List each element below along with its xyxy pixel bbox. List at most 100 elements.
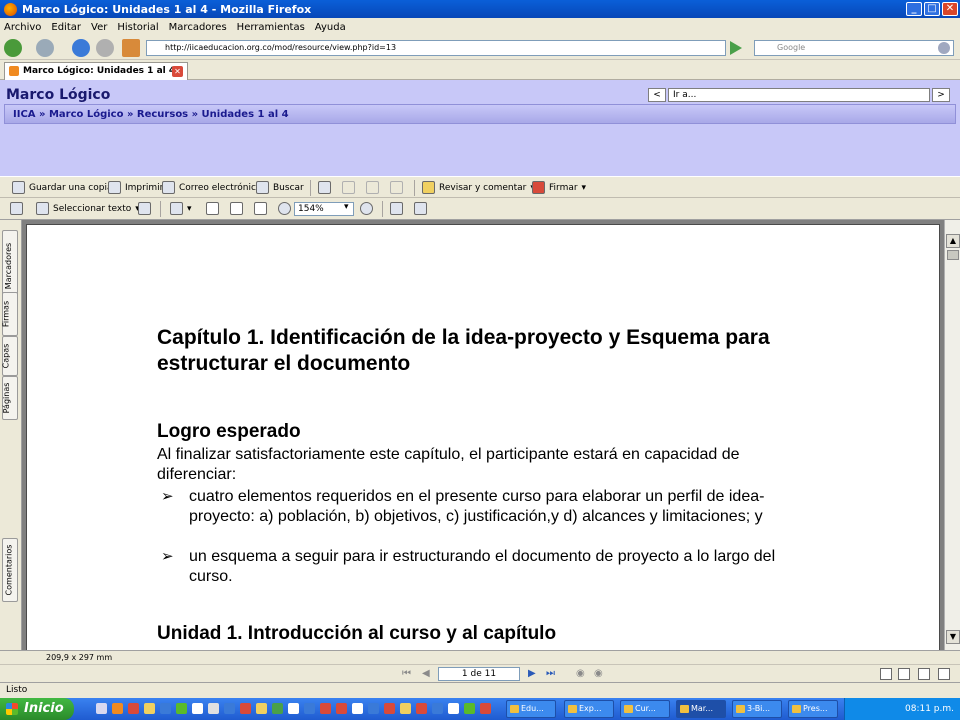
quicklaunch-icon[interactable] [384, 703, 395, 714]
previous-view-icon[interactable]: ◉ [576, 668, 585, 679]
stop-icon[interactable] [96, 39, 114, 57]
quicklaunch-icon[interactable] [400, 703, 411, 714]
menu-ayuda[interactable]: Ayuda [315, 22, 346, 33]
quicklaunch-icon[interactable] [160, 703, 171, 714]
quicklaunch-icon[interactable] [416, 703, 427, 714]
redo-icon[interactable] [366, 181, 379, 194]
next-resource-button[interactable]: > [932, 88, 950, 102]
menu-editar[interactable]: Editar [51, 22, 81, 33]
prev-resource-button[interactable]: < [648, 88, 666, 102]
tab-paginas[interactable]: Páginas [2, 376, 18, 420]
quicklaunch-icon[interactable] [240, 703, 251, 714]
review-tools-icon[interactable] [318, 181, 331, 194]
minimize-button[interactable]: _ [906, 2, 922, 16]
undo-icon[interactable] [342, 181, 355, 194]
zoom-in-icon[interactable] [360, 202, 373, 215]
search-input[interactable]: Google [754, 40, 954, 56]
tab-marco-logico[interactable]: Marco Lógico: Unidades 1 al 4 ✕ [4, 62, 188, 80]
quicklaunch-icon[interactable] [480, 703, 491, 714]
maximize-button[interactable]: □ [924, 2, 940, 16]
menu-ver[interactable]: Ver [91, 22, 107, 33]
chevron-down-icon[interactable]: ▾ [344, 202, 349, 212]
quicklaunch-icon[interactable] [432, 703, 443, 714]
continuous-facing-icon[interactable] [938, 668, 950, 680]
quicklaunch-icon[interactable] [208, 703, 219, 714]
tab-firmas[interactable]: Firmas [2, 292, 18, 336]
quicklaunch-icon[interactable] [256, 703, 267, 714]
review-comment-button[interactable]: Revisar y comentar ▾ [422, 181, 535, 194]
quicklaunch-icon[interactable] [272, 703, 283, 714]
hand-tool-icon[interactable] [10, 202, 23, 215]
reload-icon[interactable] [72, 39, 90, 57]
single-page-icon[interactable] [880, 668, 892, 680]
fit-page-icon[interactable] [230, 202, 243, 215]
quicklaunch-icon[interactable] [464, 703, 475, 714]
go-icon[interactable] [730, 41, 742, 55]
site-title[interactable]: Marco Lógico [6, 87, 110, 103]
breadcrumb-links[interactable]: IICA » Marco Lógico » Recursos » Unidade… [13, 109, 289, 120]
jump-to-select[interactable]: Ir a... [668, 88, 930, 102]
quicklaunch-icon[interactable] [352, 703, 363, 714]
taskbar-window-cur[interactable]: Cur... [620, 700, 670, 718]
select-text-button[interactable]: Seleccionar texto ▾ [36, 202, 140, 215]
quicklaunch-icon[interactable] [288, 703, 299, 714]
taskbar-window-mar[interactable]: Mar... [676, 700, 726, 718]
tab-comentarios[interactable]: Comentarios [2, 538, 18, 602]
last-page-icon[interactable]: ⏭ [546, 668, 555, 679]
document-viewport[interactable]: Capítulo 1. Identificación de la idea-pr… [22, 220, 944, 660]
quicklaunch-icon[interactable] [224, 703, 235, 714]
home-icon[interactable] [122, 39, 140, 57]
close-window-button[interactable]: ✕ [942, 2, 958, 16]
quicklaunch-icon[interactable] [304, 703, 315, 714]
page-layout-icon[interactable] [414, 202, 427, 215]
quicklaunch-icon[interactable] [448, 703, 459, 714]
fit-width-icon[interactable] [254, 202, 267, 215]
taskbar-window-3bi[interactable]: 3-Bi... [732, 700, 782, 718]
quicklaunch-icon[interactable] [320, 703, 331, 714]
page-number-field[interactable]: 1 de 11 [438, 667, 520, 681]
taskbar-window-edu[interactable]: Edu... [506, 700, 556, 718]
quicklaunch-icon[interactable] [144, 703, 155, 714]
quicklaunch-icon[interactable] [128, 703, 139, 714]
quicklaunch-icon[interactable] [96, 703, 107, 714]
snapshot-icon[interactable] [138, 202, 151, 215]
scroll-up-icon[interactable]: ▲ [946, 234, 960, 248]
rotate-view-icon[interactable] [390, 202, 403, 215]
menu-herramientas[interactable]: Herramientas [237, 22, 305, 33]
quicklaunch-icon[interactable] [336, 703, 347, 714]
scroll-thumb[interactable] [947, 250, 959, 260]
scroll-down-icon[interactable]: ▼ [946, 630, 960, 644]
quicklaunch-icon[interactable] [192, 703, 203, 714]
start-button[interactable]: Inicio [0, 698, 74, 720]
next-page-icon[interactable]: ▶ [528, 668, 536, 679]
vertical-scrollbar[interactable]: ▲ ▼ [944, 220, 960, 660]
menu-historial[interactable]: Historial [117, 22, 158, 33]
forward-icon[interactable] [36, 39, 54, 57]
continuous-page-icon[interactable] [898, 668, 910, 680]
menu-archivo[interactable]: Archivo [4, 22, 41, 33]
taskbar-window-pres[interactable]: Pres... [788, 700, 838, 718]
quicklaunch-icon[interactable] [176, 703, 187, 714]
zoom-out-icon[interactable] [278, 202, 291, 215]
facing-page-icon[interactable] [918, 668, 930, 680]
save-copy-button[interactable]: Guardar una copia [12, 181, 113, 194]
quicklaunch-icon[interactable] [368, 703, 379, 714]
search-icon[interactable] [938, 42, 950, 54]
next-view-icon[interactable]: ◉ [594, 668, 603, 679]
first-page-icon[interactable]: ⏮ [402, 668, 411, 679]
quicklaunch-icon[interactable] [112, 703, 123, 714]
copy-icon[interactable] [390, 181, 403, 194]
tray-clock[interactable]: 08:11 p.m. [905, 704, 954, 714]
menu-marcadores[interactable]: Marcadores [169, 22, 227, 33]
search-doc-button[interactable]: Buscar [256, 181, 304, 194]
email-button[interactable]: Correo electrónico [162, 181, 261, 194]
sign-button[interactable]: Firmar ▾ [532, 181, 586, 194]
previous-page-icon[interactable]: ◀ [422, 668, 430, 679]
zoom-in-tool-icon[interactable]: ▾ [170, 202, 192, 215]
print-button[interactable]: Imprimir [108, 181, 163, 194]
taskbar-window-exp[interactable]: Exp... [564, 700, 614, 718]
back-icon[interactable] [4, 39, 22, 57]
url-bar[interactable]: http://iicaeducacion.org.co/mod/resource… [146, 40, 726, 56]
actual-size-icon[interactable] [206, 202, 219, 215]
tab-capas[interactable]: Capas [1, 336, 18, 376]
